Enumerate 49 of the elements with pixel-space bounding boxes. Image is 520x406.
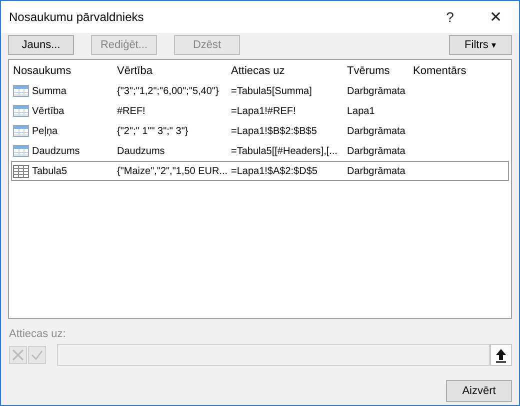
table-cell: Daudzums [32,146,80,156]
table-cell: Darbgrāmata [347,126,406,136]
cancel-button[interactable] [9,346,27,364]
table-cell: #REF! [117,106,146,116]
name-row[interactable]: Daudzums Daudzums =Tabula5[[#Headers],[... Darbgrāmata [11,141,509,161]
toolbar-button[interactable]: Jauns... [8,35,74,55]
table-icon [13,164,29,178]
name-icon [13,105,29,117]
name-icon [13,145,29,157]
input-field[interactable] [57,344,490,366]
close-icon [11,348,25,362]
name-icon [13,85,29,97]
name-row[interactable]: Tabula5 {"Maize","2","1,50 EUR... =Lapa1!$A$2:$D$5 Darbgrāmata [11,161,509,181]
table-cell: =Lapa1!#REF! [231,106,296,116]
collapse-button[interactable] [490,344,512,366]
check-icon [30,348,44,362]
confirm-button[interactable] [28,346,46,364]
field-label: Attiecas uz: [9,328,66,340]
table-cell: {"Maize","2","1,50 EUR... [117,166,228,176]
name-row[interactable]: Vērtība #REF! =Lapa1!#REF! Lapa1 [11,101,509,121]
filter-button[interactable]: Filtrs ▾ [449,35,512,55]
table-cell: Darbgrāmata [347,166,406,176]
table-cell: Lapa1 [347,106,375,116]
window-title: Nosaukumu pārvaldnieks [9,10,145,24]
column-header[interactable]: Attiecas uz [230,65,346,77]
column-header[interactable]: Nosaukums [12,65,116,77]
close-button[interactable]: ✕ [473,8,519,26]
table-cell: Summa [32,86,66,96]
arrow-up-icon [495,347,507,363]
close-dialog-button[interactable]: Aizvērt [446,380,512,402]
table-cell: Darbgrāmata [347,146,406,156]
table-cell: =Tabula5[Summa] [231,86,312,96]
name-icon [13,125,29,137]
name-row[interactable]: Peļņa {"2";" 1"" 3";" 3"} =Lapa1!$B$2:$B$5 Darbgrāmata [11,121,509,141]
table-cell: =Tabula5[[#Headers],[... [231,146,338,156]
table-cell: =Lapa1!$B$2:$B$5 [231,126,317,136]
table-cell: {"3";"1,2";"6,00";"5,40"} [117,86,219,96]
table-cell: Vērtība [32,106,64,116]
column-header[interactable]: Tvērums [346,65,412,77]
table-cell: =Lapa1!$A$2:$D$5 [231,166,318,176]
column-header[interactable]: Vērtība [116,65,230,77]
table-cell: Peļņa [32,126,58,136]
table-cell: Daudzums [117,146,165,156]
column-header[interactable]: Komentārs [412,65,508,77]
name-row[interactable]: Summa {"3";"1,2";"6,00";"5,40"} =Tabula5[Summa] Darbgrāmata [11,81,509,101]
table-cell: Darbgrāmata [347,86,406,96]
table-cell: Tabula5 [32,166,68,176]
help-button[interactable]: ? [427,9,473,25]
table-cell: {"2";" 1"" 3";" 3"} [117,126,188,136]
